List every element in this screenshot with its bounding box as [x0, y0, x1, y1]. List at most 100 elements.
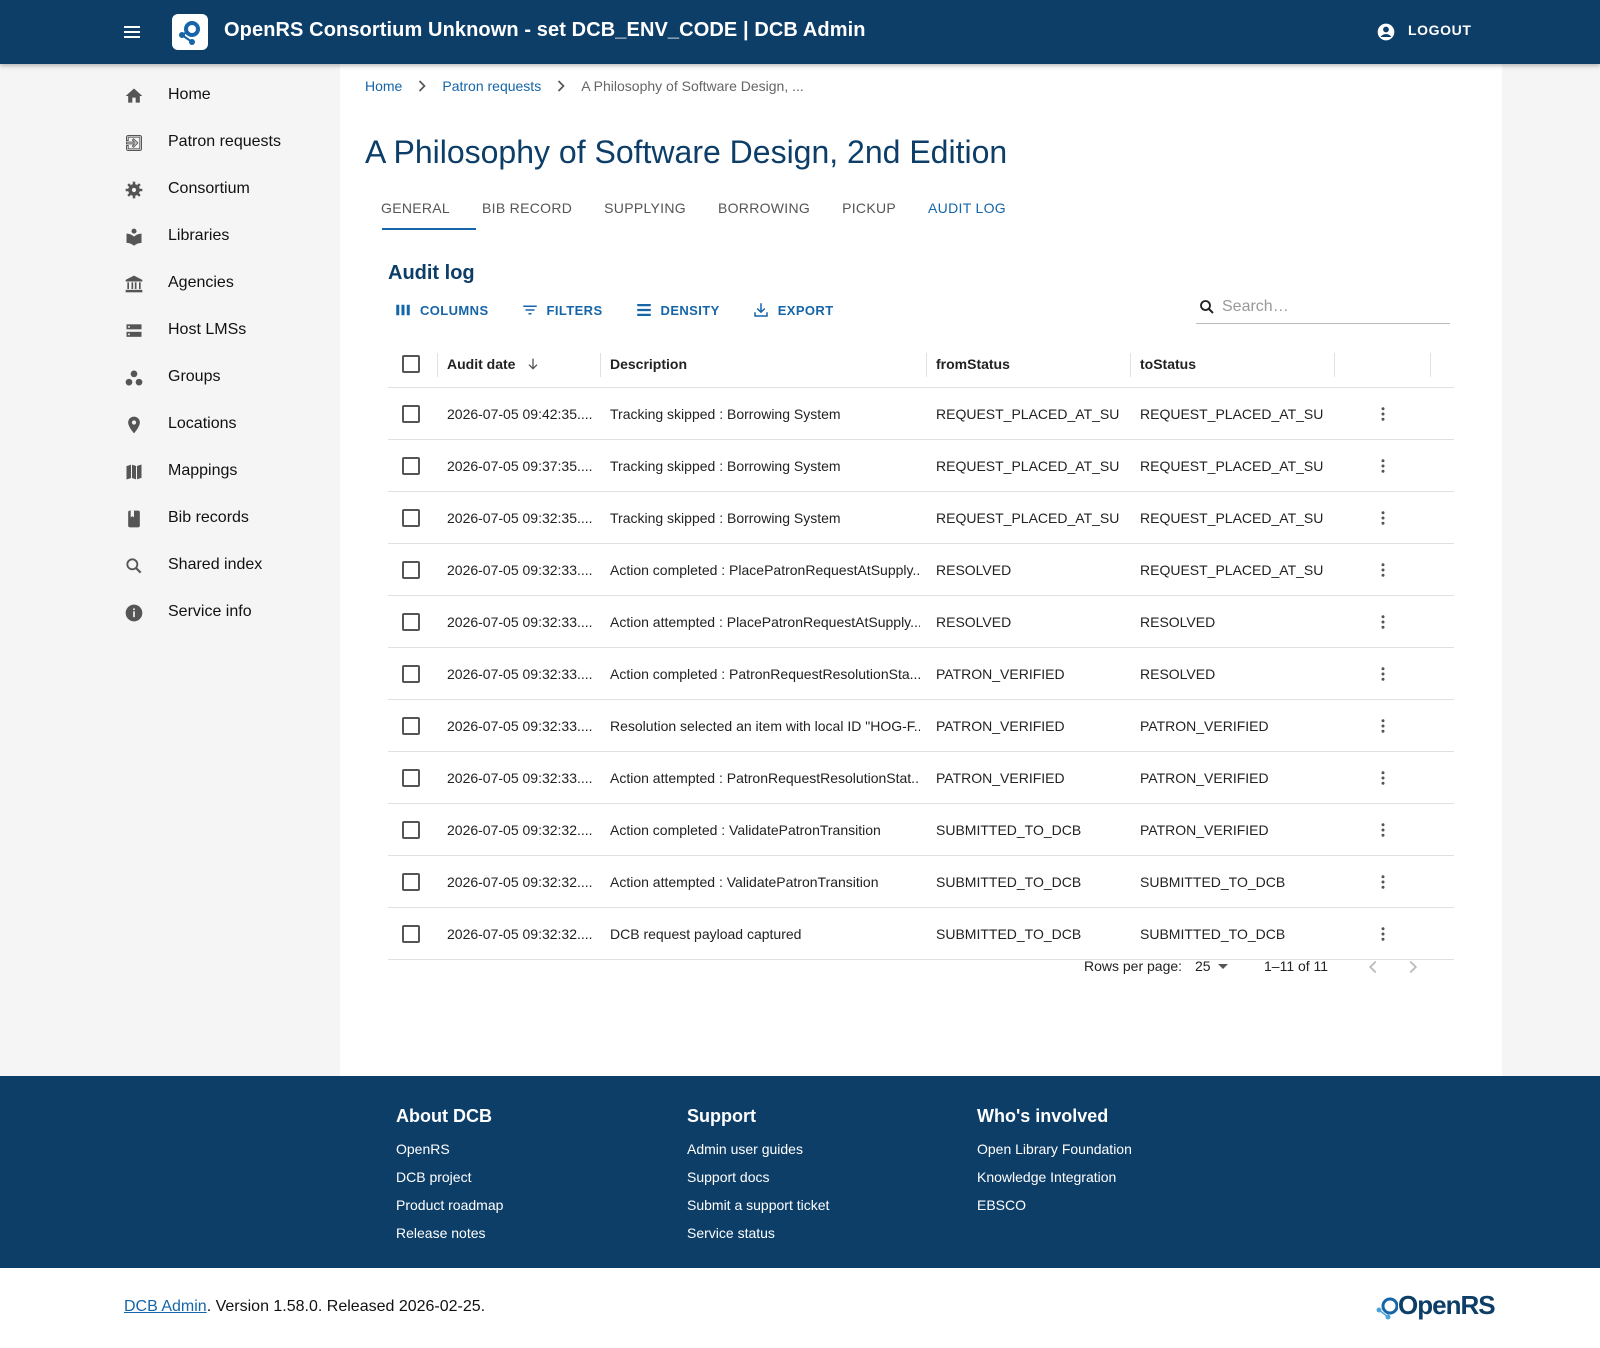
table-row[interactable]: 2026-07-05 09:32:33.... Resolution select… — [388, 700, 1454, 752]
openrs-logo[interactable]: OpenRS — [1374, 1290, 1496, 1321]
more-vert-icon[interactable] — [1374, 405, 1392, 423]
tab-borrowing[interactable]: BORROWING — [702, 184, 826, 232]
table-row[interactable]: 2026-07-05 09:42:35.... Tracking skipped … — [388, 388, 1454, 440]
app-logo[interactable] — [172, 14, 208, 50]
table-row[interactable]: 2026-07-05 09:32:33.... Action attempted … — [388, 596, 1454, 648]
more-vert-icon[interactable] — [1374, 561, 1392, 579]
rows-per-page-select[interactable]: 25 — [1195, 958, 1211, 974]
caret-down-icon[interactable] — [1218, 964, 1228, 969]
row-actions-cell[interactable] — [1368, 752, 1398, 803]
column-separator[interactable] — [437, 353, 438, 377]
sidebar-item-bib-records[interactable]: Bib records — [100, 495, 340, 543]
row-actions-cell[interactable] — [1368, 856, 1398, 907]
column-separator[interactable] — [1334, 353, 1335, 377]
sidebar-item-service-info[interactable]: Service info — [100, 589, 340, 637]
account-circle-icon[interactable] — [1376, 22, 1396, 42]
column-separator[interactable] — [1130, 353, 1131, 377]
footer-link-openrs[interactable]: OpenRS — [396, 1139, 503, 1167]
select-all-checkbox[interactable] — [402, 354, 420, 373]
row-checkbox[interactable] — [402, 664, 420, 683]
footer-link-submit-ticket[interactable]: Submit a support ticket — [687, 1195, 829, 1223]
more-vert-icon[interactable] — [1374, 613, 1392, 631]
more-vert-icon[interactable] — [1374, 821, 1392, 839]
column-header-from-status[interactable]: fromStatus — [936, 340, 1120, 387]
column-header-description[interactable]: Description — [610, 340, 920, 387]
sidebar-item-host-lmss[interactable]: Host LMSs — [100, 307, 340, 355]
row-checkbox[interactable] — [402, 404, 420, 423]
row-checkbox[interactable] — [402, 560, 420, 579]
footer-link-open-library-foundation[interactable]: Open Library Foundation — [977, 1139, 1132, 1167]
footer-link-knowledge-integration[interactable]: Knowledge Integration — [977, 1167, 1132, 1195]
footer-link-support-docs[interactable]: Support docs — [687, 1167, 829, 1195]
arrow-down-icon[interactable] — [525, 356, 541, 372]
density-button[interactable]: DENSITY — [629, 301, 726, 319]
table-row[interactable]: 2026-07-05 09:32:32.... Action completed … — [388, 804, 1454, 856]
row-actions-cell[interactable] — [1368, 544, 1398, 595]
more-vert-icon[interactable] — [1374, 925, 1392, 943]
more-vert-icon[interactable] — [1374, 509, 1392, 527]
sidebar-item-agencies[interactable]: Agencies — [100, 260, 340, 308]
search-input[interactable] — [1222, 294, 1446, 320]
sidebar-item-home[interactable]: Home — [100, 72, 340, 120]
row-actions-cell[interactable] — [1368, 492, 1398, 543]
export-button[interactable]: EXPORT — [746, 301, 840, 319]
row-checkbox[interactable] — [402, 768, 420, 787]
footer-link-dcb-project[interactable]: DCB project — [396, 1167, 503, 1195]
breadcrumb-home-link[interactable]: Home — [365, 78, 402, 94]
more-vert-icon[interactable] — [1374, 717, 1392, 735]
sidebar-item-shared-index[interactable]: Shared index — [100, 542, 340, 590]
more-vert-icon[interactable] — [1374, 457, 1392, 475]
sidebar-item-consortium[interactable]: Consortium — [100, 166, 340, 214]
row-actions-cell[interactable] — [1368, 700, 1398, 751]
table-row[interactable]: 2026-07-05 09:32:32.... Action attempted … — [388, 856, 1454, 908]
footer-link-admin-user-guides[interactable]: Admin user guides — [687, 1139, 829, 1167]
chevron-left-icon[interactable] — [1362, 956, 1384, 978]
tab-audit-log[interactable]: AUDIT LOG — [912, 184, 1022, 232]
column-header-audit-date[interactable]: Audit date — [447, 340, 597, 387]
row-actions-cell[interactable] — [1368, 648, 1398, 699]
more-vert-icon[interactable] — [1374, 769, 1392, 787]
footer-link-product-roadmap[interactable]: Product roadmap — [396, 1195, 503, 1223]
row-checkbox[interactable] — [402, 612, 420, 631]
row-actions-cell[interactable] — [1368, 804, 1398, 855]
chevron-right-icon[interactable] — [1402, 956, 1424, 978]
row-actions-cell[interactable] — [1368, 596, 1398, 647]
column-separator[interactable] — [600, 353, 601, 377]
tab-bib-record[interactable]: BIB RECORD — [466, 184, 588, 232]
row-checkbox[interactable] — [402, 508, 420, 527]
columns-button[interactable]: COLUMNS — [388, 301, 495, 319]
breadcrumb-patron-requests-link[interactable]: Patron requests — [442, 78, 541, 94]
row-actions-cell[interactable] — [1368, 388, 1398, 439]
sidebar-item-libraries[interactable]: Libraries — [100, 213, 340, 261]
dcb-admin-link[interactable]: DCB Admin — [124, 1298, 207, 1315]
tab-supplying[interactable]: SUPPLYING — [588, 184, 702, 232]
row-checkbox[interactable] — [402, 872, 420, 891]
footer-link-service-status[interactable]: Service status — [687, 1223, 829, 1251]
tab-general[interactable]: GENERAL — [365, 184, 466, 232]
logout-button[interactable]: LOGOUT — [1408, 22, 1471, 38]
table-row[interactable]: 2026-07-05 09:32:33.... Action completed … — [388, 544, 1454, 596]
column-header-to-status[interactable]: toStatus — [1140, 340, 1324, 387]
table-row[interactable]: 2026-07-05 09:32:35.... Tracking skipped … — [388, 492, 1454, 544]
row-checkbox[interactable] — [402, 924, 420, 943]
sidebar-item-patron-requests[interactable]: Patron requests — [100, 119, 340, 167]
row-checkbox[interactable] — [402, 716, 420, 735]
footer-link-ebsco[interactable]: EBSCO — [977, 1195, 1132, 1223]
table-row[interactable]: 2026-07-05 09:37:35.... Tracking skipped … — [388, 440, 1454, 492]
sidebar-item-groups[interactable]: Groups — [100, 354, 340, 402]
more-vert-icon[interactable] — [1374, 873, 1392, 891]
table-row[interactable]: 2026-07-05 09:32:33.... Action completed … — [388, 648, 1454, 700]
row-checkbox[interactable] — [402, 820, 420, 839]
footer-link-release-notes[interactable]: Release notes — [396, 1223, 503, 1251]
column-separator[interactable] — [926, 353, 927, 377]
row-actions-cell[interactable] — [1368, 440, 1398, 491]
tab-pickup[interactable]: PICKUP — [826, 184, 912, 232]
sidebar-item-locations[interactable]: Locations — [100, 401, 340, 449]
page-title: A Philosophy of Software Design, 2nd Edi… — [365, 134, 1008, 170]
filters-button[interactable]: FILTERS — [515, 301, 609, 319]
row-checkbox[interactable] — [402, 456, 420, 475]
table-row[interactable]: 2026-07-05 09:32:33.... Action attempted … — [388, 752, 1454, 804]
menu-icon[interactable] — [120, 20, 144, 44]
sidebar-item-mappings[interactable]: Mappings — [100, 448, 340, 496]
more-vert-icon[interactable] — [1374, 665, 1392, 683]
